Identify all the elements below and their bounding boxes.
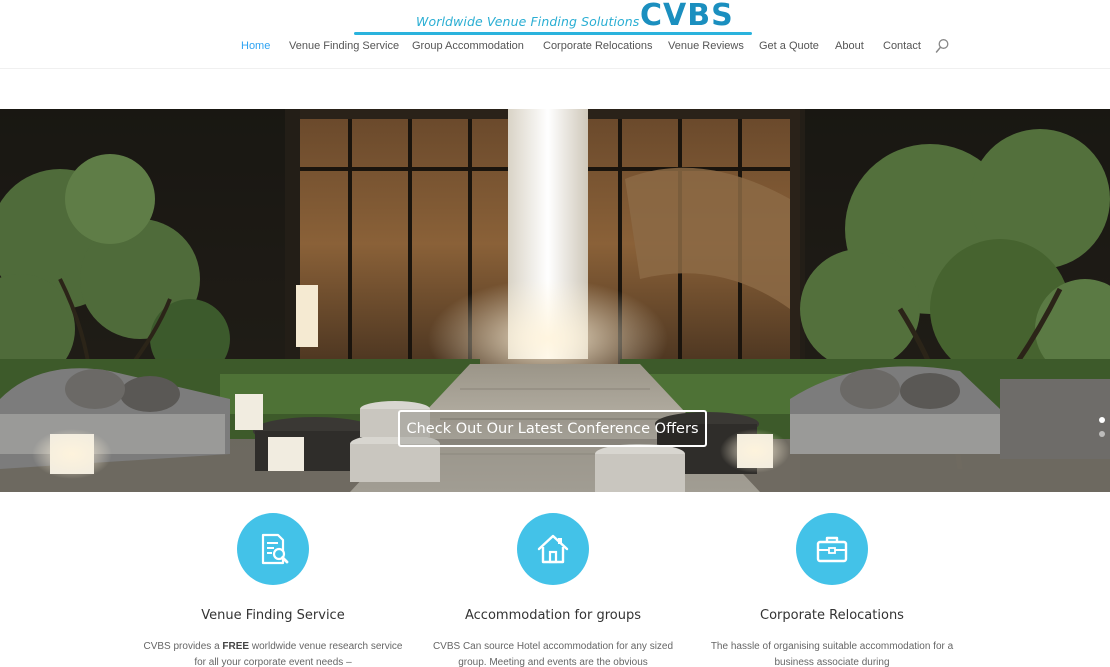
feature-group-accommodation: Accommodation for groups CVBS Can source… [403,513,703,667]
hero-slider: Check Out Our Latest Conference Offers [0,109,1110,492]
home-icon[interactable] [517,513,589,585]
nav-item-about[interactable]: About [835,40,864,52]
main-nav: Home Venue Finding Service Group Accommo… [0,38,1110,56]
nav-item-group-accommodation[interactable]: Group Accommodation [412,40,524,52]
nav-item-home[interactable]: Home [241,40,270,52]
feature-description: The hassle of organising suitable accomm… [710,641,954,667]
nav-item-venue-reviews[interactable]: Venue Reviews [668,40,744,52]
logo-tagline: Worldwide Venue Finding Solutions [416,14,640,29]
briefcase-icon[interactable] [796,513,868,585]
nav-item-get-a-quote[interactable]: Get a Quote [759,40,819,52]
nav-item-contact[interactable]: Contact [883,40,921,52]
search-icon[interactable] [934,38,950,54]
logo-underline [354,32,752,35]
feature-title: Corporate Relocations [760,608,904,623]
cvbs-logo[interactable]: Worldwide Venue Finding Solutions CVBS [354,0,752,37]
nav-item-venue-finding-service[interactable]: Venue Finding Service [289,40,399,52]
feature-venue-finding: Venue Finding Service CVBS provides a FR… [123,513,423,667]
document-search-icon[interactable] [237,513,309,585]
site-header: Worldwide Venue Finding Solutions CVBS H… [0,0,1110,68]
nav-item-corporate-relocations[interactable]: Corporate Relocations [543,40,652,52]
conference-offers-button[interactable]: Check Out Our Latest Conference Offers [398,410,707,447]
feature-corporate-relocations: Corporate Relocations The hassle of orga… [682,513,982,667]
feature-title: Venue Finding Service [201,608,345,623]
slider-dot-2[interactable] [1099,431,1105,437]
feature-title: Accommodation for groups [465,608,641,623]
feature-description: CVBS provides a FREE worldwide venue res… [143,641,403,667]
slider-dot-1[interactable] [1099,417,1105,423]
logo-mark: CVBS [640,0,734,33]
feature-description: CVBS Can source Hotel accommodation for … [432,641,674,667]
